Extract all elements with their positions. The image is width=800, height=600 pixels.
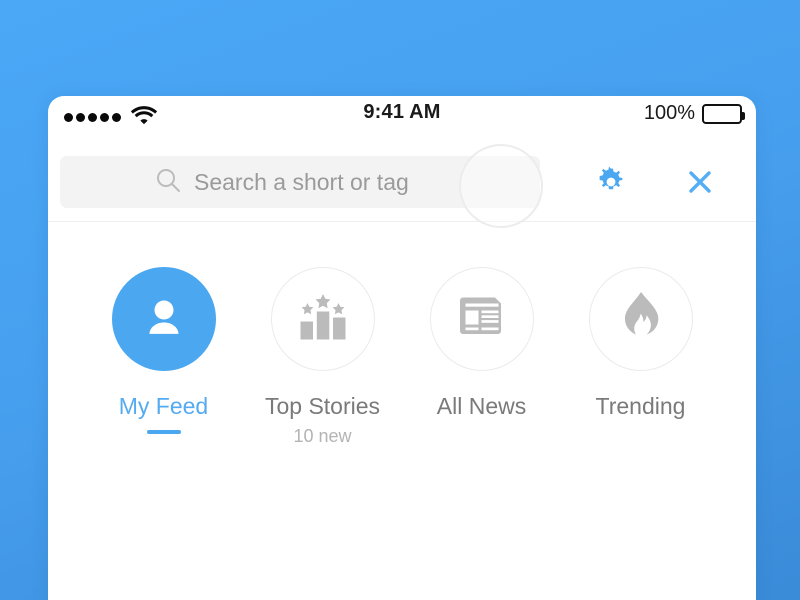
- status-bar-right: 100%: [643, 102, 745, 125]
- battery-full-icon: [702, 103, 745, 124]
- category-icon-circle: [429, 267, 534, 371]
- category-label: All News: [436, 393, 527, 419]
- status-bar: 9:41 AM 100%: [48, 96, 756, 142]
- category-tabs: My Feed Top Stories 10 new All News Tren…: [48, 222, 756, 447]
- category-icon-circle: [588, 267, 693, 371]
- close-icon: [685, 167, 715, 202]
- app-background: 9:41 AM 100% Search a short or tag My Fe…: [0, 0, 800, 600]
- person-icon: [138, 291, 190, 348]
- category-tab-all-news[interactable]: All News: [402, 267, 561, 447]
- category-tab-my-feed[interactable]: My Feed: [84, 267, 243, 447]
- battery-percent-label: 100%: [643, 102, 695, 124]
- touch-ring-indicator: [459, 144, 543, 228]
- close-button[interactable]: [680, 164, 720, 204]
- category-icon-circle: [111, 267, 216, 371]
- category-tab-top-stories[interactable]: Top Stories 10 new: [243, 267, 402, 447]
- gear-icon: [595, 166, 627, 203]
- category-icon-circle: [270, 267, 375, 371]
- category-label: Top Stories: [264, 393, 381, 419]
- category-tab-trending[interactable]: Trending: [561, 267, 720, 447]
- search-toolbar: Search a short or tag: [48, 142, 756, 228]
- phone-screen-card: 9:41 AM 100% Search a short or tag My Fe…: [48, 96, 756, 600]
- search-icon: [155, 167, 181, 198]
- category-label: Trending: [595, 393, 686, 419]
- settings-button[interactable]: [591, 164, 631, 204]
- flame-icon: [620, 291, 662, 348]
- active-tab-underline: [146, 430, 181, 434]
- search-placeholder-text: Search a short or tag: [194, 168, 409, 195]
- category-label: My Feed: [118, 393, 209, 419]
- bar-chart-stars-icon: [295, 290, 351, 349]
- category-badge-count: 10 new: [293, 426, 352, 446]
- newspaper-icon: [456, 293, 508, 346]
